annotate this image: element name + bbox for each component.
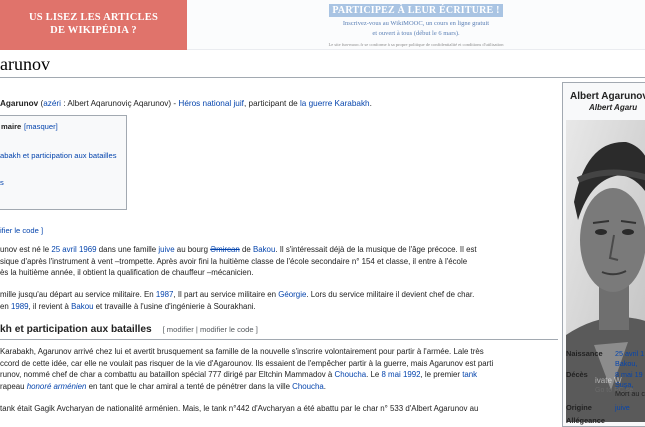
toc-item-karabakh[interactable]: abakh et participation aux batailles bbox=[0, 151, 117, 160]
text: dans une famille bbox=[96, 245, 159, 254]
text: . Le bbox=[366, 370, 382, 379]
war-link[interactable]: la guerre Karabakh bbox=[300, 99, 370, 108]
para4-line1: tank était Gagik Avcharyan de nationalit… bbox=[0, 404, 479, 413]
text: mille jusqu'au départ au service militai… bbox=[0, 290, 156, 299]
para3-line4: rapeau honoré arménien en tant que le ch… bbox=[0, 381, 326, 393]
text: en bbox=[0, 301, 11, 311]
para3-line3: runov, nommé chef de char a combattu au … bbox=[0, 369, 477, 381]
table-of-contents: maire [masquer] abakh et participation a… bbox=[0, 115, 127, 210]
text: . Il s'intéressait déjà de la musique de… bbox=[275, 245, 477, 254]
year-1987-link[interactable]: 1987 bbox=[156, 290, 174, 299]
para1-line1: unov est né le 25 avril 1969 dans une fa… bbox=[0, 244, 477, 256]
intro-name: Agarunov bbox=[0, 99, 39, 108]
infobox-origine-link[interactable]: juive bbox=[615, 403, 630, 412]
infobox-label-origine: Origine bbox=[566, 403, 592, 412]
text: , Il part au service militaire en bbox=[173, 290, 279, 299]
text: , il revient à bbox=[28, 301, 72, 311]
banner-headline[interactable]: PARTICIPEZ À LEUR ÉCRITURE ! bbox=[329, 4, 503, 17]
banner-left-line1: US LISEZ LES ARTICLES bbox=[28, 12, 158, 23]
text: rapeau bbox=[0, 381, 27, 391]
banner-fine-print: Le site fun-mooc.fr se conforme à sa pro… bbox=[328, 42, 504, 47]
banner-left-line2: DE WIKIPÉDIA ? bbox=[50, 25, 137, 36]
text: , le premier bbox=[420, 370, 463, 379]
georgie-link[interactable]: Géorgie bbox=[278, 290, 306, 299]
page-title: arunov bbox=[0, 54, 50, 74]
infobox-name: Albert Agarunov bbox=[570, 91, 645, 102]
text: . bbox=[323, 381, 326, 391]
text: unov est né le bbox=[0, 245, 52, 254]
para1-line3: ès la huitième année, il obtient la qual… bbox=[0, 268, 254, 277]
tank-link[interactable]: tank bbox=[462, 370, 477, 379]
choucha-link[interactable]: Choucha bbox=[335, 370, 367, 379]
banner-sub1: Inscrivez-vous au WikiMOOC, un cours en … bbox=[342, 20, 490, 27]
infobox-birthdate-link[interactable]: 25 avril 1 bbox=[615, 349, 644, 358]
azeri-link[interactable]: azéri bbox=[43, 99, 61, 108]
edit-code-link[interactable]: ifier le code ] bbox=[0, 226, 43, 235]
birthdate-link[interactable]: 25 avril 1969 bbox=[51, 245, 96, 254]
text: au bourg bbox=[174, 245, 211, 254]
title-divider bbox=[0, 77, 645, 78]
banner-right[interactable]: PARTICIPEZ À LEUR ÉCRITURE ! Inscrivez-v… bbox=[187, 0, 645, 50]
year-1989-link[interactable]: 1989 bbox=[11, 302, 29, 311]
infobox-birthplace-link[interactable]: Bakou, bbox=[615, 359, 637, 368]
para1-line2: sique d'après l'instrument à vent –tromp… bbox=[0, 256, 468, 266]
section-divider bbox=[0, 339, 558, 340]
infobox-label-deces: Décès bbox=[566, 370, 588, 379]
section-heading: kh et participation aux batailles [ modi… bbox=[0, 324, 258, 335]
intro-end: . bbox=[369, 99, 372, 108]
infobox-label-allegeance: Allégeance bbox=[566, 416, 606, 425]
banner-sub2: et ouvert à tous (début le 6 mars). bbox=[372, 30, 460, 37]
para3-line2: ccord de cette idée, car elle ne voulait… bbox=[0, 358, 494, 368]
infobox-label-naissance: Naissance bbox=[566, 349, 603, 358]
emircan-link[interactable]: Əmircan bbox=[210, 245, 240, 254]
honore-link[interactable]: honoré arménien bbox=[27, 382, 87, 391]
bakou-link[interactable]: Bakou bbox=[253, 245, 275, 254]
text: runov, nommé chef de char a combattu au … bbox=[0, 370, 335, 379]
intro-mid: , participant de bbox=[243, 99, 298, 108]
banner-left[interactable]: US LISEZ LES ARTICLES DE WIKIPÉDIA ? bbox=[0, 0, 187, 50]
section-heading-text: kh et participation aux batailles bbox=[0, 324, 152, 335]
activation-watermark: ivate W bbox=[595, 376, 622, 385]
choucha-link-2[interactable]: Choucha bbox=[292, 382, 324, 391]
juive-link[interactable]: juive bbox=[158, 245, 174, 254]
para3-line1: Karabakh, Agarunov arrivé chez lui et av… bbox=[0, 347, 484, 356]
toc-item-2[interactable]: s bbox=[0, 178, 4, 187]
text: de bbox=[239, 245, 253, 254]
para2-line1: mille jusqu'au départ au service militai… bbox=[0, 289, 474, 301]
hero-link[interactable]: Héros national juif bbox=[178, 99, 244, 108]
intro-line: Agarunov (azéri : Albert Aqarunoviç Aqar… bbox=[0, 99, 372, 108]
text: . Lors du service militaire il devient c… bbox=[306, 290, 475, 299]
date-1992-link[interactable]: 8 mai 1992 bbox=[381, 370, 420, 379]
section-edit-links[interactable]: [ modifier | modifier le code ] bbox=[163, 325, 258, 334]
para2-line2: en 1989, il revient à Bakou et travaille… bbox=[0, 301, 256, 313]
activation-watermark-sub: Go to PC se bbox=[595, 387, 634, 394]
text: et travaille à l'usine d'ingénierie à So… bbox=[93, 301, 256, 311]
intro-native: : Albert Aqarunoviç Aqarunov) - bbox=[63, 99, 177, 108]
bakou-link-2[interactable]: Bakou bbox=[71, 302, 93, 311]
text: en tant que le char amiral a tenté de pé… bbox=[86, 381, 293, 391]
toc-title: maire bbox=[1, 122, 22, 131]
toc-hide-link[interactable]: [masquer] bbox=[24, 122, 58, 131]
infobox-subtitle: Albert Agaru bbox=[589, 103, 638, 112]
